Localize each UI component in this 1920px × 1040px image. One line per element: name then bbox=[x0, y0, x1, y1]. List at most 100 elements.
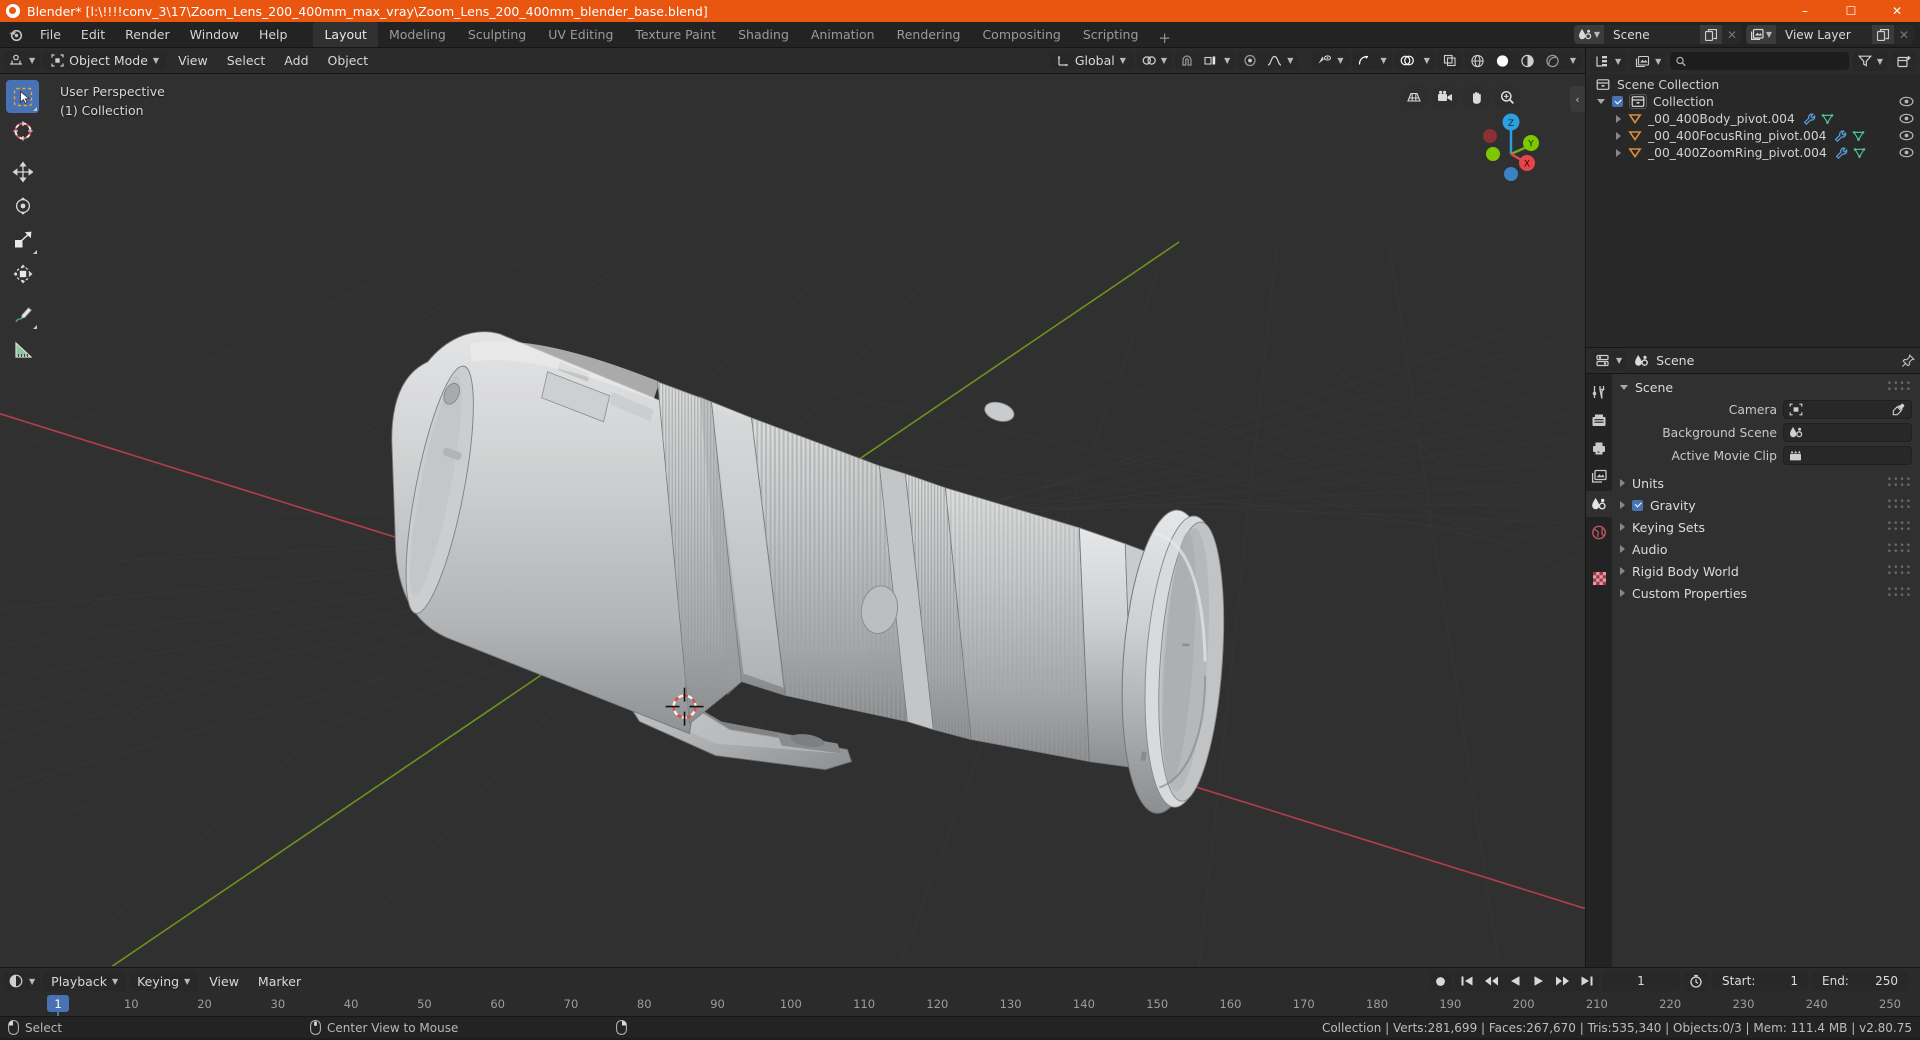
menu-render[interactable]: Render bbox=[115, 24, 180, 45]
cursor-tool[interactable] bbox=[6, 114, 39, 147]
outliner-row-focusring-pivot[interactable]: _00_400FocusRing_pivot.004 bbox=[1586, 127, 1920, 144]
visibility-eye-icon[interactable] bbox=[1899, 113, 1914, 124]
shading-options-selector[interactable]: ▼ bbox=[1565, 51, 1581, 70]
overlay-options-selector[interactable]: ▼ bbox=[1419, 51, 1435, 70]
gravity-checkbox[interactable] bbox=[1632, 499, 1643, 511]
wireframe-shading-button[interactable] bbox=[1465, 51, 1490, 70]
jump-to-end-button[interactable] bbox=[1575, 972, 1599, 991]
maximize-button[interactable]: ☐ bbox=[1828, 0, 1874, 22]
background-scene-field[interactable] bbox=[1783, 423, 1912, 442]
tab-texture-paint[interactable]: Texture Paint bbox=[624, 21, 727, 47]
eyedropper-icon[interactable] bbox=[1890, 403, 1906, 416]
editor-type-selector[interactable]: ▼ bbox=[4, 51, 41, 70]
tab-rendering[interactable]: Rendering bbox=[886, 21, 972, 47]
timeline-menu-marker[interactable]: Marker bbox=[250, 972, 309, 991]
tab-scene[interactable] bbox=[1586, 491, 1612, 517]
remove-view-layer-button[interactable]: ✕ bbox=[1894, 25, 1914, 44]
scale-tool[interactable] bbox=[6, 223, 39, 256]
new-collection-button[interactable] bbox=[1892, 51, 1916, 71]
viewport-3d[interactable]: User Perspective (1) Collection Z Y X ‹ bbox=[0, 74, 1585, 967]
scene-name[interactable]: Scene bbox=[1604, 25, 1700, 44]
add-workspace-button[interactable]: + bbox=[1149, 29, 1180, 47]
pivot-point-selector[interactable]: ▼ bbox=[1136, 51, 1173, 70]
panel-gravity-header[interactable]: Gravity •••• •••• bbox=[1612, 494, 1920, 516]
new-view-layer-button[interactable] bbox=[1872, 25, 1894, 44]
transform-tool[interactable] bbox=[6, 257, 39, 290]
solid-shading-button[interactable] bbox=[1490, 51, 1515, 70]
rendered-shading-button[interactable] bbox=[1540, 51, 1565, 70]
visibility-eye-icon[interactable] bbox=[1899, 96, 1914, 107]
chevron-right-icon[interactable] bbox=[1616, 148, 1621, 157]
show-overlays-toggle[interactable] bbox=[1395, 51, 1419, 70]
filter-button[interactable]: ▼ bbox=[1852, 51, 1888, 71]
scene-selector[interactable]: ▼ Scene ✕ bbox=[1574, 25, 1742, 44]
active-movie-clip-field[interactable] bbox=[1783, 446, 1912, 465]
outliner-row-collection[interactable]: Collection bbox=[1586, 93, 1920, 110]
display-mode-selector[interactable]: ▼ bbox=[1630, 51, 1667, 71]
keying-menu[interactable]: Keying ▼ bbox=[129, 971, 199, 991]
mesh-data-icon[interactable] bbox=[1853, 147, 1866, 159]
show-gizmo-toggle[interactable] bbox=[1352, 51, 1376, 70]
pin-icon[interactable] bbox=[1901, 353, 1915, 368]
outliner-row-body-pivot[interactable]: _00_400Body_pivot.004 bbox=[1586, 110, 1920, 127]
next-keyframe-button[interactable] bbox=[1550, 972, 1575, 991]
wrench-icon[interactable] bbox=[1835, 146, 1848, 159]
editor-type-selector[interactable]: ▼ bbox=[4, 971, 41, 991]
tab-scripting[interactable]: Scripting bbox=[1072, 21, 1150, 47]
axis-gizmo[interactable]: Z Y X bbox=[1459, 106, 1569, 186]
tab-render[interactable] bbox=[1586, 407, 1612, 433]
xray-toggle[interactable] bbox=[1437, 51, 1462, 70]
camera-field[interactable] bbox=[1783, 400, 1912, 419]
minimize-button[interactable]: – bbox=[1782, 0, 1828, 22]
previous-keyframe-button[interactable] bbox=[1479, 972, 1504, 991]
visibility-eye-icon[interactable] bbox=[1899, 130, 1914, 141]
unlink-scene-button[interactable]: ✕ bbox=[1722, 25, 1742, 44]
viewport-menu-object[interactable]: Object bbox=[320, 51, 377, 70]
visibility-eye-icon[interactable] bbox=[1899, 147, 1914, 158]
wrench-icon[interactable] bbox=[1803, 112, 1816, 125]
auto-keying-toggle[interactable] bbox=[1429, 971, 1452, 991]
timeline-playhead[interactable]: 1 bbox=[47, 995, 69, 1012]
tab-modeling[interactable]: Modeling bbox=[378, 21, 457, 47]
rotate-tool[interactable] bbox=[6, 189, 39, 222]
visibility-selector[interactable]: ▼ bbox=[1312, 51, 1349, 70]
current-frame-field[interactable]: 1 bbox=[1602, 971, 1680, 991]
tab-texture[interactable] bbox=[1586, 565, 1612, 591]
new-scene-button[interactable] bbox=[1700, 25, 1722, 44]
timeline-menu-view[interactable]: View bbox=[201, 972, 247, 991]
tab-animation[interactable]: Animation bbox=[800, 21, 886, 47]
tab-uv-editing[interactable]: UV Editing bbox=[537, 21, 624, 47]
transform-orientation-selector[interactable]: Global ▼ bbox=[1048, 51, 1134, 70]
menu-edit[interactable]: Edit bbox=[71, 24, 115, 45]
editor-type-selector[interactable]: ▼ bbox=[1591, 351, 1628, 370]
tab-output[interactable] bbox=[1586, 435, 1612, 461]
material-preview-shading-button[interactable] bbox=[1515, 51, 1540, 70]
play-reverse-button[interactable] bbox=[1504, 972, 1527, 991]
editor-type-selector[interactable]: ▼ bbox=[1590, 51, 1627, 71]
sidebar-toggle[interactable]: ‹ bbox=[1570, 86, 1585, 112]
playback-menu[interactable]: Playback ▼ bbox=[43, 971, 127, 991]
wrench-icon[interactable] bbox=[1834, 129, 1847, 142]
outliner-row-zoomring-pivot[interactable]: _00_400ZoomRing_pivot.004 bbox=[1586, 144, 1920, 161]
panel-scene-header[interactable]: Scene •••• •••• bbox=[1612, 376, 1920, 398]
panel-audio-header[interactable]: Audio •••• •••• bbox=[1612, 538, 1920, 560]
menu-file[interactable]: File bbox=[30, 24, 71, 45]
snap-target-selector[interactable]: ▼ bbox=[1199, 51, 1235, 70]
menu-window[interactable]: Window bbox=[180, 24, 249, 45]
timeline-scrubber[interactable]: 1 10 20 30 40 50 60 70 80 90 100 110 120 130 140 150 160… bbox=[0, 994, 1920, 1016]
tab-layout[interactable]: Layout bbox=[313, 21, 378, 47]
toggle-orthographic-button[interactable] bbox=[1401, 84, 1427, 110]
close-button[interactable]: ✕ bbox=[1874, 0, 1920, 22]
select-box-tool[interactable] bbox=[6, 80, 39, 113]
outliner-search[interactable] bbox=[1670, 52, 1849, 70]
proportional-edit-toggle[interactable] bbox=[1238, 51, 1262, 70]
viewport-menu-select[interactable]: Select bbox=[219, 51, 274, 70]
mesh-data-icon[interactable] bbox=[1852, 130, 1865, 142]
gizmo-options-selector[interactable]: ▼ bbox=[1376, 51, 1392, 70]
outliner-row-scene-collection[interactable]: Scene Collection bbox=[1586, 76, 1920, 93]
tab-sculpting[interactable]: Sculpting bbox=[457, 21, 537, 47]
collection-enable-checkbox[interactable] bbox=[1612, 96, 1623, 107]
start-frame-field[interactable]: Start: 1 bbox=[1712, 971, 1808, 991]
mesh-data-icon[interactable] bbox=[1821, 113, 1834, 125]
search-input[interactable] bbox=[1691, 54, 1843, 68]
